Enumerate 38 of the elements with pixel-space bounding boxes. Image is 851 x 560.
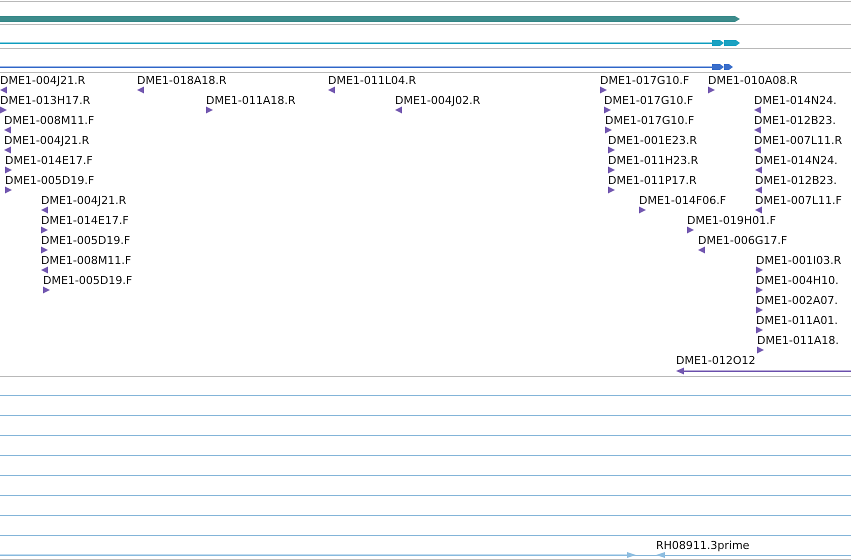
clone-label: DME1-012B23. [754, 114, 836, 127]
clone-label: DME1-013H17.R [0, 94, 90, 107]
clone-label: DME1-014N24. [754, 94, 837, 107]
clone-label: DME1-011A18.R [206, 94, 296, 107]
clone-label: DME1-017G10.F [600, 74, 690, 87]
clone-label: DME1-017G10.F [604, 94, 694, 107]
clone-label: DME1-007L11.R [754, 134, 842, 147]
clone-label: DME1-007L11.F [755, 194, 842, 207]
clone-label: DME1-011L04.R [328, 74, 416, 87]
clone-label: DME1-011A18. [757, 334, 839, 347]
clone-label: DME1-005D19.F [43, 274, 132, 287]
clone-label: DME1-010A08.R [708, 74, 798, 87]
clone-label: DME1-004J21.R [0, 74, 86, 87]
clone-label: DME1-005D19.F [41, 234, 130, 247]
clone-label: DME1-014N24. [755, 154, 838, 167]
clone-label: DME1-012O12 [676, 354, 756, 367]
clone-label: DME1-004J21.R [4, 134, 90, 147]
clone-label: DME1-004J21.R [41, 194, 126, 207]
clone-label: DME1-012B23. [755, 174, 837, 187]
clone-label: DME1-004H10. [756, 274, 839, 287]
est-label: RH08911.3prime [656, 539, 750, 552]
clone-label: DME1-001E23.R [608, 134, 697, 147]
clone-label: DME1-018A18.R [137, 74, 227, 87]
clone-label: DME1-008M11.F [4, 114, 94, 127]
clone-label: DME1-011H23.R [608, 154, 698, 167]
clone-label: DME1-001I03.R [756, 254, 842, 267]
clone-label: DME1-014F06.F [639, 194, 726, 207]
clone-label: DME1-011A01. [756, 314, 838, 327]
clone-label: DME1-019H01.F [687, 214, 776, 227]
clone-label: DME1-008M11.F [41, 254, 132, 267]
clone-label: DME1-006G17.F [698, 234, 788, 247]
clone-label: DME1-014E17.F [41, 214, 129, 227]
clone-label: DME1-004J02.R [395, 94, 480, 107]
clone-label: DME1-005D19.F [5, 174, 94, 187]
clone-label: DME1-011P17.R [608, 174, 697, 187]
clone-label: DME1-017G10.F [605, 114, 694, 127]
clone-label: DME1-014E17.F [5, 154, 93, 167]
clone-label: DME1-002A07. [756, 294, 838, 307]
